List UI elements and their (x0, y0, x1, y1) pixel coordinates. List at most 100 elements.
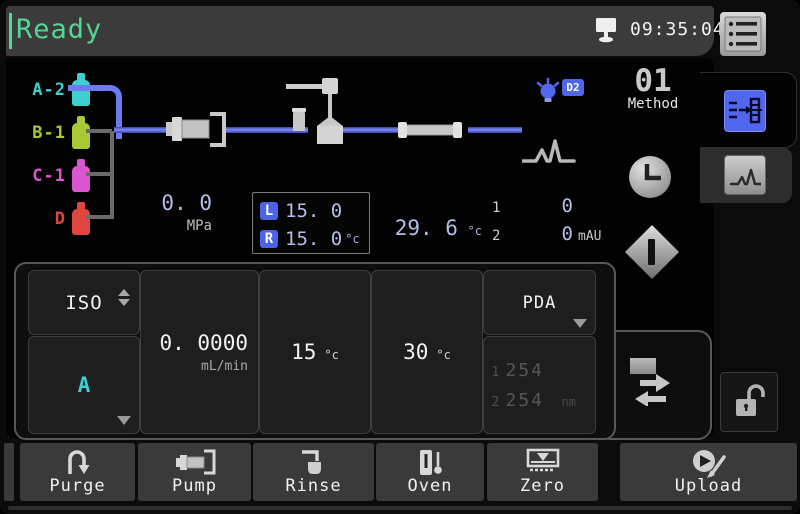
channel-value: 0 (508, 223, 573, 245)
rinse-button[interactable]: Rinse (253, 443, 374, 501)
pressure-value: 0. 0 (126, 191, 212, 215)
unlock-icon (732, 384, 766, 420)
d2-lamp-badge: D2 (562, 79, 584, 96)
detector-select-cell[interactable]: PDA (483, 270, 596, 335)
button-label: Oven (408, 476, 453, 496)
oven-icon (376, 448, 484, 478)
tab-chromatogram-view[interactable] (700, 147, 792, 203)
clock-time: 09:35:04 (630, 19, 725, 40)
detector-icon (522, 138, 576, 164)
chromatogram-view-icon (724, 155, 766, 195)
flow-rate-cell[interactable]: 0. 0000 mL/min (140, 270, 259, 434)
wavelength-channel: 2 (492, 395, 506, 410)
status-cursor (9, 13, 12, 49)
sampler-set-unit: °c (324, 348, 338, 362)
wavelength-row-1: 1 254 (492, 360, 588, 381)
button-label: Purge (49, 476, 105, 496)
solvent-select-cell[interactable]: A (28, 336, 140, 434)
method-number: 01 (618, 66, 688, 96)
valve-diamond-icon[interactable] (624, 224, 680, 280)
mode-value: ISO (65, 292, 102, 314)
pressure-unit: MPa (126, 218, 212, 234)
oven-temp-readout: 29. 6 °c (390, 216, 482, 240)
purge-button[interactable]: Purge (20, 443, 135, 501)
toolbar-overflow-edge (4, 443, 14, 501)
solvent-value: A (78, 373, 91, 397)
sampler-temp-cell[interactable]: 15 °c (259, 270, 371, 434)
upload-button[interactable]: Upload (620, 443, 797, 501)
sampler-temp-box: L 15. 0 R 15. 0 °c (252, 192, 370, 254)
instrument-screen: Ready 09:35:04 A-2 B-1 C-1 D (0, 0, 800, 514)
flow-line-1 (114, 127, 168, 133)
pump-button[interactable]: Pump (138, 443, 251, 501)
network-monitor-icon (593, 16, 619, 44)
channel-unit: mAU (573, 229, 618, 244)
pump-pressure-readout: 0. 0 MPa (126, 191, 212, 234)
flow-line-4 (468, 127, 522, 133)
sampler-temp-right-row: R 15. 0 °c (253, 225, 369, 253)
swap-transfer-icon[interactable] (628, 356, 676, 406)
screen-lock-button[interactable] (720, 372, 778, 432)
bottom-bezel (8, 506, 792, 510)
bottle-label: A-2 (18, 80, 66, 100)
solvent-c-line (86, 172, 112, 176)
d2-lamp-icon (534, 78, 564, 108)
solvent-bottle-d: D (18, 197, 91, 240)
sampler-temp-left-row: L 15. 0 (253, 197, 369, 225)
channel-value: 0 (508, 195, 573, 217)
pump-button-icon (138, 448, 251, 476)
flow-rate-unit: mL/min (159, 359, 248, 374)
detector-channel-2-row: 2 0 mAU (492, 223, 618, 245)
zero-button[interactable]: Zero (487, 443, 598, 501)
oven-set-unit: °c (436, 348, 450, 362)
autosampler-icon (284, 78, 346, 148)
wavelength-value: 254 (506, 390, 562, 411)
button-label: Rinse (285, 476, 341, 496)
detector-wavelength-cell[interactable]: 1 254 2 254 nm (483, 336, 596, 434)
wavelength-unit: nm (562, 395, 588, 409)
zero-icon (487, 448, 598, 476)
oven-temp-value: 29. 6 (395, 216, 458, 240)
method-label: Method (618, 96, 688, 112)
solvent-d-line (86, 215, 112, 219)
left-badge: L (260, 202, 278, 220)
solvent-bottle-c: C-1 (18, 154, 91, 197)
oven-temp-unit: °c (468, 224, 482, 238)
wavelength-channel: 1 (492, 365, 506, 380)
button-label: Pump (172, 476, 217, 496)
wavelength-row-2: 2 254 nm (492, 390, 588, 411)
status-text: Ready (16, 14, 102, 45)
tab-flow-view[interactable] (700, 72, 797, 148)
method-display[interactable]: 01 Method (618, 66, 688, 112)
flow-view-icon (724, 90, 766, 132)
oven-set-value: 30 (403, 340, 428, 364)
sampler-temp-unit: °c (345, 232, 359, 246)
main-menu-button[interactable] (720, 12, 766, 56)
button-label: Zero (520, 476, 565, 496)
bottle-label: B-1 (18, 123, 66, 143)
button-label: Upload (675, 476, 742, 496)
detector-dropdown-icon (573, 319, 587, 328)
oven-temp-cell[interactable]: 30 °c (371, 270, 483, 434)
channel-number: 2 (492, 228, 508, 244)
bottle-label: C-1 (18, 166, 66, 186)
mode-select-cell[interactable]: ISO (28, 270, 140, 335)
solvent-dropdown-icon (117, 416, 131, 425)
oven-button[interactable]: Oven (376, 443, 484, 501)
bottle-label: D (18, 209, 66, 229)
upload-icon (620, 448, 797, 478)
detector-name: PDA (523, 293, 557, 313)
flow-rate-value: 0. 0000 (159, 331, 248, 355)
mode-spinner-icon (118, 289, 130, 306)
right-temp-value: 15. 0 (285, 228, 342, 250)
pump-icon (164, 108, 228, 150)
rinse-icon (253, 448, 374, 478)
solvent-b-line (86, 129, 112, 133)
time-program-clock-icon[interactable] (628, 155, 672, 199)
purge-icon (20, 448, 135, 478)
right-badge: R (260, 230, 278, 248)
detector-channel-1-row: 1 0 (492, 195, 618, 217)
sampler-set-value: 15 (291, 340, 316, 364)
solvent-manifold-line (110, 131, 114, 219)
flow-line-3 (342, 127, 400, 133)
